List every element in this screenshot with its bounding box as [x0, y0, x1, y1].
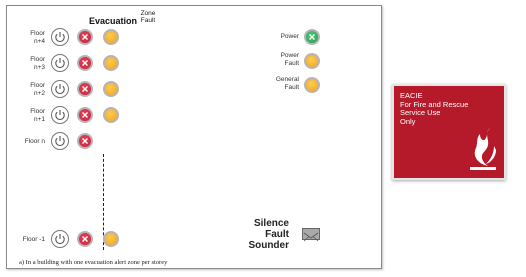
zone-fault-led [103, 231, 119, 247]
floor-label-line1: Floor [30, 30, 45, 37]
floor-label-line2: n+1 [33, 115, 45, 123]
power-symbol-icon [55, 234, 65, 245]
evacuation-led [77, 81, 93, 97]
power-fault-led [304, 53, 320, 69]
floor-row-n4: Floor n+4 [7, 28, 167, 48]
floor-label: Floor -1 [23, 236, 45, 244]
envelope-icon [303, 232, 319, 242]
evacuation-led [77, 55, 93, 71]
floor-label: Floor n [25, 138, 45, 146]
floor-label-line1: Floor n [24, 138, 45, 145]
power-symbol-icon [55, 136, 65, 147]
flame-icon [470, 128, 496, 170]
floor-label: Floor n+3 [30, 56, 45, 71]
floor-label-line2: n+4 [33, 37, 45, 45]
zone-fault-header-line1: Zone [140, 10, 156, 17]
floor-label: Floor n+1 [30, 108, 45, 123]
evacuation-button[interactable] [51, 28, 69, 46]
power-label-line1: Power [280, 33, 299, 40]
zone-fault-header: Zone Fault [135, 10, 161, 24]
silence-fault-sounder-button[interactable] [302, 228, 320, 242]
evacuation-header: Evacuation [89, 16, 138, 26]
evacuation-led [77, 231, 93, 247]
cross-icon [82, 60, 88, 66]
cross-icon [82, 112, 88, 118]
floor-label-line1: Floor [30, 82, 45, 89]
evacuation-led [77, 133, 93, 149]
cross-icon [309, 34, 315, 40]
zone-fault-led [103, 81, 119, 97]
zone-fault-led [103, 55, 119, 71]
general-fault-led [304, 77, 320, 93]
power-led [304, 29, 320, 45]
floor-label: Floor n+4 [30, 30, 45, 45]
general-fault-label-line2: Fault [284, 83, 299, 91]
evacuation-button[interactable] [51, 106, 69, 124]
silence-line1: Silence [253, 218, 289, 229]
power-fault-label-line1: Power [280, 52, 299, 59]
power-symbol-icon [55, 32, 65, 43]
floor-label-line2: n+2 [33, 89, 45, 97]
evacuation-button[interactable] [51, 132, 69, 150]
general-fault-label-line1: General [275, 76, 299, 83]
zone-fault-led [103, 107, 119, 123]
cross-icon [82, 138, 88, 144]
evacuation-led [77, 29, 93, 45]
silence-line3: Sounder [248, 240, 289, 251]
floor-label-line1: Floor [30, 108, 45, 115]
zone-fault-led [103, 29, 119, 45]
floor-label-line1: Floor -1 [22, 236, 45, 243]
floor-row-n1: Floor n+1 [7, 106, 167, 126]
zone-fault-header-line2: Fault [140, 17, 156, 24]
silence-line2: Fault [265, 229, 289, 240]
floor-label-line2: n+3 [33, 63, 45, 71]
cross-icon [82, 34, 88, 40]
eacie-sign: EACIE For Fire and Rescue Service Use On… [392, 84, 506, 180]
power-symbol-icon [55, 110, 65, 121]
general-fault-label: General Fault [249, 76, 299, 91]
cross-icon [82, 236, 88, 242]
floor-row-n3: Floor n+3 [7, 54, 167, 74]
floor-row-n2: Floor n+2 [7, 80, 167, 100]
cross-icon [82, 86, 88, 92]
power-symbol-icon [55, 84, 65, 95]
power-symbol-icon [55, 58, 65, 69]
power-label: Power [249, 33, 299, 41]
evacuation-button[interactable] [51, 80, 69, 98]
evacuation-led [77, 107, 93, 123]
control-panel-diagram: Evacuation Zone Fault Floor n+4 Floor n+… [6, 5, 382, 269]
evacuation-button[interactable] [51, 54, 69, 72]
power-fault-label-line2: Fault [284, 59, 299, 67]
floor-label: Floor n+2 [30, 82, 45, 97]
floor-label-line1: Floor [30, 56, 45, 63]
floor-row-minus1: Floor -1 [7, 230, 167, 250]
floor-row-n: Floor n [7, 132, 167, 152]
figure-caption: a) In a building with one evacuation ale… [19, 259, 168, 266]
power-fault-label: Power Fault [249, 52, 299, 67]
eacie-line4: Only [400, 116, 416, 126]
silence-fault-sounder-label: Silence Fault Sounder [247, 218, 289, 251]
evacuation-button[interactable] [51, 230, 69, 248]
